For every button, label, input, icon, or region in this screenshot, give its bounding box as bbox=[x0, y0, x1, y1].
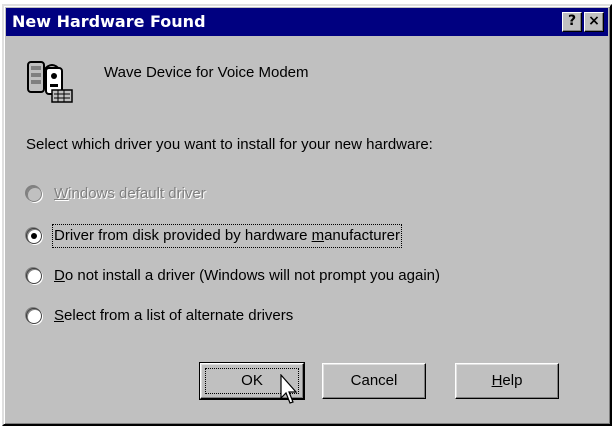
device-name: Wave Device for Voice Modem bbox=[104, 64, 309, 81]
cancel-button[interactable]: Cancel bbox=[322, 363, 426, 399]
radio-driver-from-disk[interactable] bbox=[26, 228, 42, 244]
radio-do-not-install[interactable] bbox=[26, 268, 42, 284]
option-label: Windows default driver bbox=[54, 185, 206, 202]
radio-windows-default-driver bbox=[26, 186, 42, 202]
cancel-button-label: Cancel bbox=[350, 372, 398, 389]
option-label[interactable]: Driver from disk provided by hardware ma… bbox=[52, 224, 402, 248]
driver-prompt: Select which driver you want to install … bbox=[26, 136, 433, 153]
mouse-pointer-icon bbox=[280, 374, 298, 404]
option-label[interactable]: Do not install a driver (Windows will no… bbox=[54, 266, 440, 286]
close-button[interactable]: × bbox=[584, 12, 604, 32]
radio-select-alternate-drivers[interactable] bbox=[26, 308, 42, 324]
title-bar[interactable]: New Hardware Found ? × bbox=[6, 8, 608, 36]
dialog-title: New Hardware Found bbox=[12, 12, 206, 31]
help-title-button[interactable]: ? bbox=[562, 12, 582, 32]
new-hardware-dialog: New Hardware Found ? × Wave Device for V… bbox=[2, 4, 612, 426]
help-button[interactable]: Help bbox=[455, 363, 559, 399]
option-label[interactable]: Select from a list of alternate drivers bbox=[54, 306, 293, 326]
modem-device-icon bbox=[27, 61, 73, 103]
help-button-label: Help bbox=[491, 372, 523, 389]
